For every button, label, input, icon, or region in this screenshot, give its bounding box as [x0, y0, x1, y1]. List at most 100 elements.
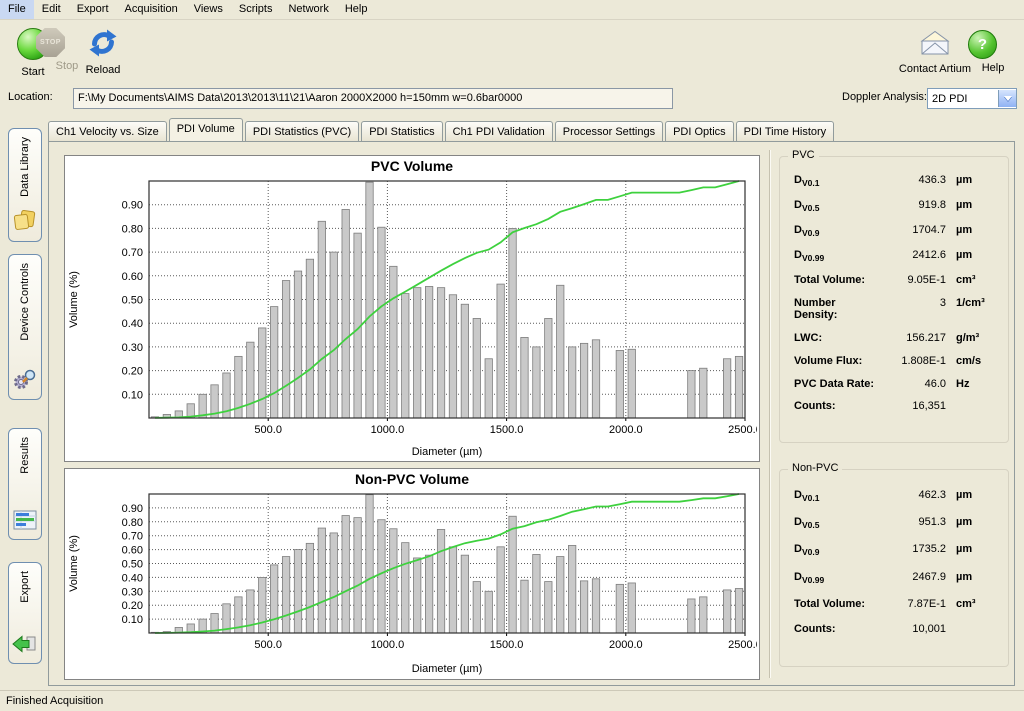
- sidebar-item-device-controls[interactable]: Device Controls: [8, 254, 42, 400]
- menu-item-acquisition[interactable]: Acquisition: [117, 0, 186, 19]
- stat-row: DV0.1436.3µm: [794, 174, 1000, 188]
- svg-text:0.30: 0.30: [122, 586, 143, 598]
- stat-row: Counts:10,001: [794, 623, 1000, 635]
- location-field[interactable]: F:\My Documents\AIMS Data\2013\2013\11\2…: [73, 88, 673, 109]
- stat-value: 1.808E-1: [880, 355, 946, 367]
- tab-processor-settings[interactable]: Processor Settings: [555, 121, 663, 141]
- stat-row: Counts:16,351: [794, 400, 1000, 412]
- stat-label: PVC Data Rate:: [794, 378, 880, 390]
- sidebar-item-label: Data Library: [19, 137, 31, 197]
- svg-text:0.20: 0.20: [122, 366, 143, 378]
- svg-text:500.0: 500.0: [254, 424, 282, 436]
- stat-value: 436.3: [880, 174, 946, 186]
- stat-row: DV0.91735.2µm: [794, 543, 1000, 557]
- stat-label: DV0.99: [794, 571, 880, 585]
- stat-row: DV0.1462.3µm: [794, 489, 1000, 503]
- contact-artium-button[interactable]: Contact Artium: [898, 30, 972, 75]
- svg-text:0.10: 0.10: [122, 389, 143, 401]
- stat-value: 9.05E-1: [880, 274, 946, 286]
- stat-row: LWC:156.217g/m³: [794, 332, 1000, 344]
- svg-text:0.80: 0.80: [122, 517, 143, 529]
- svg-text:2000.0: 2000.0: [609, 639, 643, 651]
- menu-item-scripts[interactable]: Scripts: [231, 0, 281, 19]
- svg-text:1500.0: 1500.0: [490, 639, 524, 651]
- svg-text:0.20: 0.20: [122, 600, 143, 612]
- pvc-stats-rows: DV0.1436.3µmDV0.5919.8µmDV0.91704.7µmDV0…: [780, 157, 1008, 424]
- tab-pdi-optics[interactable]: PDI Optics: [665, 121, 734, 141]
- svg-text:2500.0: 2500.0: [728, 639, 757, 651]
- svg-text:0.30: 0.30: [122, 342, 143, 354]
- stat-unit: cm³: [946, 598, 1000, 610]
- reload-button[interactable]: Reload: [72, 28, 134, 76]
- sidebar-item-data-library[interactable]: Data Library: [8, 128, 42, 242]
- tab-strip: Ch1 Velocity vs. SizePDI VolumePDI Stati…: [48, 120, 1016, 141]
- nonpvc-chart-title: Non-PVC Volume: [65, 469, 759, 490]
- svg-text:500.0: 500.0: [254, 639, 282, 651]
- menu-item-export[interactable]: Export: [69, 0, 117, 19]
- tab-pdi-time-history[interactable]: PDI Time History: [736, 121, 835, 141]
- stat-label: DV0.5: [794, 199, 880, 213]
- svg-text:0.10: 0.10: [122, 614, 143, 626]
- tab-content-pdi-volume: PVC Volume 0.100.200.300.400.500.600.700…: [48, 141, 1015, 686]
- stat-unit: µm: [946, 516, 1000, 528]
- menu-item-edit[interactable]: Edit: [34, 0, 69, 19]
- svg-text:0.70: 0.70: [122, 531, 143, 543]
- stat-row: PVC Data Rate:46.0Hz: [794, 378, 1000, 390]
- tab-ch1-pdi-validation[interactable]: Ch1 PDI Validation: [445, 121, 553, 141]
- pvc-volume-chart: 0.100.200.300.400.500.600.700.800.90500.…: [65, 177, 757, 460]
- tab-pdi-statistics[interactable]: PDI Statistics: [361, 121, 442, 141]
- chevron-down-icon[interactable]: [998, 90, 1016, 107]
- tab-ch1-velocity-vs-size[interactable]: Ch1 Velocity vs. Size: [48, 121, 167, 141]
- nonpvc-stats-rows: DV0.1462.3µmDV0.5951.3µmDV0.91735.2µmDV0…: [780, 470, 1008, 648]
- svg-text:1000.0: 1000.0: [371, 424, 405, 436]
- stat-label: DV0.9: [794, 543, 880, 557]
- svg-text:1000.0: 1000.0: [371, 639, 405, 651]
- stat-unit: µm: [946, 224, 1000, 236]
- svg-text:1500.0: 1500.0: [490, 424, 524, 436]
- help-button-label: Help: [968, 62, 1018, 74]
- svg-text:0.60: 0.60: [122, 545, 143, 557]
- nonpvc-stats-groupbox: Non-PVC DV0.1462.3µmDV0.5951.3µmDV0.9173…: [779, 469, 1009, 667]
- folders-icon: [13, 210, 37, 235]
- toolbar: Start STOP Stop Reload: [0, 20, 1024, 84]
- stat-value: 462.3: [880, 489, 946, 501]
- export-arrow-icon: [12, 634, 38, 657]
- tab-pdi-volume[interactable]: PDI Volume: [169, 118, 243, 141]
- doppler-analysis-combo[interactable]: 2D PDI: [927, 88, 1017, 109]
- svg-text:Diameter (µm): Diameter (µm): [412, 663, 483, 675]
- gear-search-icon: [13, 368, 37, 393]
- stat-value: 10,001: [880, 623, 946, 635]
- menu-item-file[interactable]: File: [0, 0, 34, 19]
- svg-text:0.40: 0.40: [122, 572, 143, 584]
- svg-text:0.50: 0.50: [122, 559, 143, 571]
- nonpvc-volume-chart-panel: Non-PVC Volume 0.10 0.20 0.30 0.400.50 0.60 0…: [64, 468, 760, 680]
- svg-text:0.90: 0.90: [122, 503, 143, 515]
- stat-unit: cm³: [946, 274, 1000, 286]
- pvc-chart-title: PVC Volume: [65, 156, 759, 177]
- help-icon-glyph: ?: [978, 36, 987, 53]
- stat-value: 2412.6: [880, 249, 946, 261]
- svg-text:0.50: 0.50: [122, 295, 143, 307]
- menu-item-views[interactable]: Views: [186, 0, 231, 19]
- stat-value: 1704.7: [880, 224, 946, 236]
- stat-unit: µm: [946, 543, 1000, 555]
- sidebar-item-export[interactable]: Export: [8, 562, 42, 664]
- sidebar-item-results[interactable]: Results: [8, 428, 42, 540]
- stat-label: LWC:: [794, 332, 880, 344]
- help-button[interactable]: ? Help: [968, 30, 1018, 74]
- menu-item-network[interactable]: Network: [280, 0, 336, 19]
- stat-label: Total Volume:: [794, 598, 880, 610]
- stat-unit: 1/cm³: [946, 297, 1000, 309]
- stat-value: 2467.9: [880, 571, 946, 583]
- tab-pdi-statistics-pvc[interactable]: PDI Statistics (PVC): [245, 121, 359, 141]
- stat-unit: µm: [946, 249, 1000, 261]
- doppler-analysis-label: Doppler Analysis:: [842, 91, 927, 103]
- menu-item-help[interactable]: Help: [337, 0, 376, 19]
- stat-label: DV0.99: [794, 249, 880, 263]
- svg-text:2500.0: 2500.0: [728, 424, 757, 436]
- stat-label: DV0.1: [794, 489, 880, 503]
- svg-text:0.70: 0.70: [122, 247, 143, 259]
- stat-row: Total Volume:7.87E-1cm³: [794, 598, 1000, 610]
- svg-text:Volume (%): Volume (%): [68, 271, 80, 328]
- envelope-icon: [918, 30, 952, 60]
